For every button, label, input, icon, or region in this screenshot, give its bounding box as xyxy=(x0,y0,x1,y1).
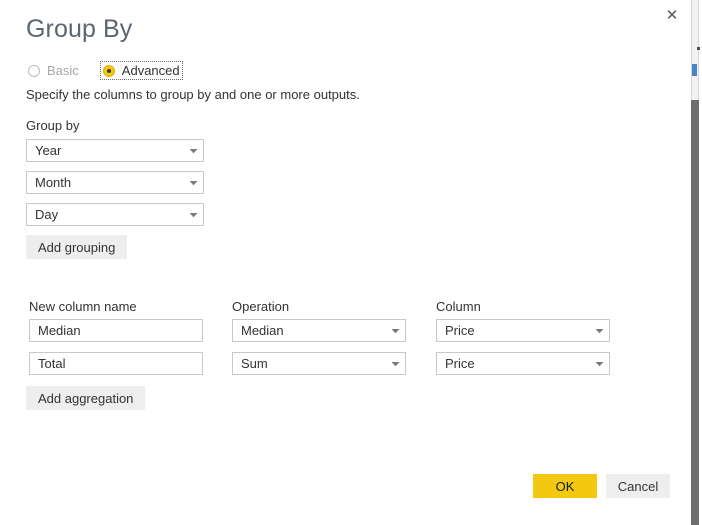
chevron-down-icon xyxy=(183,172,203,193)
radio-label-advanced: Advanced xyxy=(121,63,180,78)
aggregation-header-new-column-name: New column name xyxy=(29,299,137,314)
page-title: Group By xyxy=(26,15,133,43)
group-by-dropdown-0[interactable]: Year xyxy=(26,139,204,162)
group-by-dialog: ✕ Group By Basic Advanced Specify the co… xyxy=(0,0,688,525)
aggregation-column-dropdown-0[interactable]: Price xyxy=(436,319,610,342)
aggregation-operation-value-0: Median xyxy=(241,323,284,338)
ok-button[interactable]: OK xyxy=(533,474,597,498)
chevron-down-icon xyxy=(183,140,203,161)
chevron-down-icon xyxy=(589,320,609,341)
radio-label-basic: Basic xyxy=(47,63,79,78)
group-by-value-1: Month xyxy=(35,175,72,190)
aggregation-name-input-0[interactable]: Median xyxy=(29,319,203,342)
aggregation-name-value-0: Median xyxy=(38,323,81,338)
radio-option-advanced[interactable]: Advanced xyxy=(99,61,183,80)
group-by-dropdown-2[interactable]: Day xyxy=(26,203,204,226)
aggregation-header-column: Column xyxy=(436,299,481,314)
add-aggregation-button[interactable]: Add aggregation xyxy=(26,386,146,410)
radio-option-basic[interactable]: Basic xyxy=(26,62,81,79)
close-icon: ✕ xyxy=(665,5,679,24)
mode-radio-group: Basic Advanced xyxy=(26,61,183,80)
aggregation-operation-value-1: Sum xyxy=(241,356,268,371)
aggregation-operation-dropdown-1[interactable]: Sum xyxy=(232,352,406,375)
group-by-value-0: Year xyxy=(35,143,62,158)
radio-icon-basic xyxy=(28,64,40,77)
background-scrollbar-thumb xyxy=(691,100,699,525)
background-mark-blue xyxy=(692,64,697,76)
group-by-dropdown-1[interactable]: Month xyxy=(26,171,204,194)
cancel-button[interactable]: Cancel xyxy=(606,474,670,498)
add-grouping-button[interactable]: Add grouping xyxy=(26,235,128,259)
chevron-down-icon xyxy=(183,204,203,225)
aggregation-column-value-0: Price xyxy=(445,323,475,338)
close-button[interactable]: ✕ xyxy=(656,0,688,30)
background-mark-dark xyxy=(697,47,700,50)
aggregation-header-operation: Operation xyxy=(232,299,290,314)
background-window-strip xyxy=(688,0,702,525)
aggregation-operation-dropdown-0[interactable]: Median xyxy=(232,319,406,342)
aggregation-column-value-1: Price xyxy=(445,356,475,371)
dialog-description: Specify the columns to group by and one … xyxy=(26,87,360,102)
aggregation-name-input-1[interactable]: Total xyxy=(29,352,203,375)
aggregation-column-dropdown-1[interactable]: Price xyxy=(436,352,610,375)
chevron-down-icon xyxy=(589,353,609,374)
aggregation-name-value-1: Total xyxy=(38,356,66,371)
chevron-down-icon xyxy=(385,353,405,374)
chevron-down-icon xyxy=(385,320,405,341)
group-by-value-2: Day xyxy=(35,207,59,222)
radio-icon-advanced xyxy=(102,64,115,77)
group-by-section-label: Group by xyxy=(26,118,80,133)
